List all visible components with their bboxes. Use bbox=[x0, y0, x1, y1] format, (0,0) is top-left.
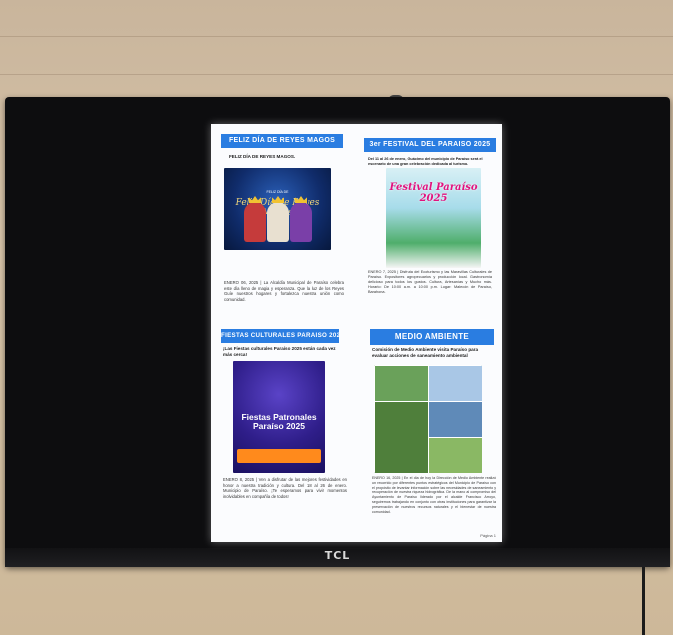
section-subtitle-medio-ambiente: Comisión de Medio Ambiente visita Paraís… bbox=[372, 347, 479, 358]
page-number: Página 1 bbox=[480, 533, 496, 538]
section-banner-fiestas: FIESTAS CULTURALES PARAISO 2025 bbox=[221, 329, 339, 343]
section-body-festival: ENERO 7, 2025 | Disfruta del Ecoturismo … bbox=[368, 270, 492, 294]
section-body-fiestas: ENERO 8, 2025 | Ven a disfrutar de las m… bbox=[223, 477, 347, 499]
section-body-reyes: ENERO 06, 2025 | La Alcaldía Municipal d… bbox=[224, 280, 344, 302]
collage-photo bbox=[428, 401, 482, 439]
tv-brand-logo: TCL bbox=[324, 549, 351, 562]
collage-photo bbox=[374, 365, 430, 403]
poster-festival-title: Festival Paraíso 2025 bbox=[389, 182, 478, 204]
king-figure bbox=[267, 196, 289, 242]
collage-photo bbox=[428, 365, 482, 403]
poster-small-text: FELIZ DÍA DE bbox=[266, 190, 289, 194]
section-banner-festival: 3er FESTIVAL DEL PARAISO 2025 bbox=[364, 138, 496, 152]
tv-bottom-bezel: TCL bbox=[5, 548, 670, 567]
section-banner-medio-ambiente: MEDIO AMBIENTE bbox=[370, 329, 494, 345]
section-subtitle-fiestas: ¡Las Fiestas culturales Paraíso 2025 est… bbox=[223, 346, 336, 357]
poster-fiestas-title: Fiestas Patronales Paraíso 2025 bbox=[241, 412, 317, 431]
section-banner-reyes: FELIZ DÍA DE REYES MAGOS bbox=[221, 134, 343, 148]
section-body-medio-ambiente: ENERO 16, 2025 | En el día de hoy la Dir… bbox=[372, 476, 496, 514]
wall-seam bbox=[0, 74, 673, 75]
poster-reyes-magos: FELIZ DÍA DE Feliz Día de Reyes Magos bbox=[224, 168, 331, 250]
photo-collage-medio-ambiente bbox=[374, 365, 482, 473]
collage-photo bbox=[374, 401, 430, 473]
poster-fiestas-patronales: Fiestas Patronales Paraíso 2025 bbox=[233, 361, 325, 473]
poster-date-strip bbox=[237, 449, 321, 463]
collage-photo bbox=[428, 437, 482, 473]
king-figure bbox=[244, 196, 266, 242]
power-cable bbox=[642, 567, 645, 635]
poster-festival-paraiso: Festival Paraíso 2025 bbox=[386, 168, 481, 268]
section-subtitle-festival: Del 11 al 26 de enero, Guácimo del munic… bbox=[368, 157, 483, 166]
section-subtitle-reyes: FELIZ DÍA DE REYES MAGOS. bbox=[229, 154, 296, 159]
newsletter-page: FELIZ DÍA DE REYES MAGOS FELIZ DÍA DE RE… bbox=[211, 124, 502, 542]
wall-seam bbox=[0, 36, 673, 37]
king-figure bbox=[290, 196, 312, 242]
